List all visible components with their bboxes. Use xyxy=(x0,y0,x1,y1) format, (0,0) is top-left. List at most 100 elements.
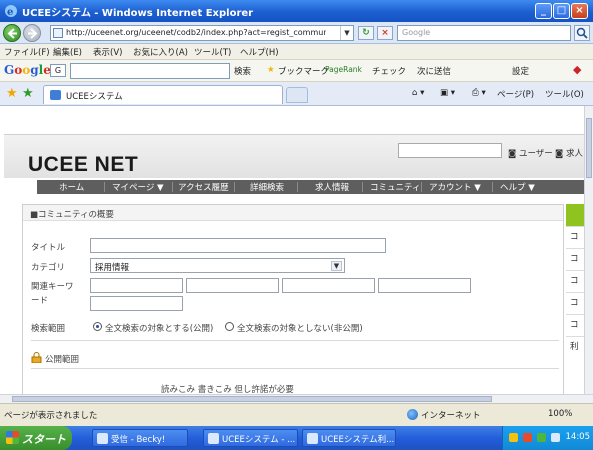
google-search-input[interactable] xyxy=(70,63,230,79)
tools-menu-button[interactable]: ツール(O) xyxy=(545,88,584,100)
category-select[interactable]: 採用情報 ▼ xyxy=(90,258,345,273)
tray-icon[interactable] xyxy=(537,433,546,442)
google-settings-button[interactable]: 設定 xyxy=(512,65,529,77)
send-to-button[interactable]: 次に送信 xyxy=(417,65,451,77)
nav-mypage[interactable]: マイページ ▼ xyxy=(112,181,164,193)
menu-help[interactable]: ヘルプ(H) xyxy=(240,46,279,58)
status-message: ページが表示されました xyxy=(4,411,98,421)
bookmark-button[interactable]: ブックマーク xyxy=(278,65,329,77)
keyword-input-5[interactable] xyxy=(90,296,183,311)
favorites-star-icon[interactable]: ★ xyxy=(6,86,18,101)
search-placeholder: Google xyxy=(402,28,431,37)
menu-bar: ファイル(F) 編集(E) 表示(V) お気に入り(A) ツール(T) ヘルプ(… xyxy=(0,44,593,60)
forward-arrow-icon xyxy=(28,28,38,39)
menu-view[interactable]: 表示(V) xyxy=(93,46,122,58)
toolbar-extension-icon[interactable]: ◆ xyxy=(573,63,581,76)
keyword-input-2[interactable] xyxy=(186,278,279,293)
status-bar: ページが表示されました インターネット 100% xyxy=(0,403,593,426)
url-dropdown-button[interactable]: ▼ xyxy=(340,26,353,40)
start-label: スタート xyxy=(22,433,66,446)
svg-text:e: e xyxy=(7,7,13,18)
scroll-thumb[interactable] xyxy=(12,396,492,402)
taskbar-item-ie[interactable]: UCEEシステム - ... xyxy=(203,429,298,447)
zoom-level[interactable]: 100% xyxy=(548,409,572,419)
title-input[interactable] xyxy=(90,238,386,253)
mail-icon xyxy=(97,433,108,444)
stop-button[interactable]: × xyxy=(377,26,393,40)
job-link[interactable]: ◙ 求人 xyxy=(555,147,583,159)
tray-icon[interactable] xyxy=(551,433,560,442)
google-search-button[interactable]: 検索 xyxy=(234,65,251,77)
nav-separator xyxy=(297,182,298,192)
scope-public-label[interactable]: 全文検索の対象とする(公開) xyxy=(105,322,213,334)
google-menu-button[interactable]: G xyxy=(50,64,66,77)
scope-private-radio[interactable] xyxy=(225,322,234,331)
vertical-scrollbar[interactable] xyxy=(584,106,593,394)
nav-access-history[interactable]: アクセス履歴 xyxy=(178,181,229,193)
search-button[interactable] xyxy=(574,25,590,41)
new-tab-button[interactable] xyxy=(286,87,308,103)
sidebar-item[interactable]: コ xyxy=(566,314,584,336)
divider xyxy=(31,340,559,341)
community-overview-panel: ■コミュニティの概要 タイトル カテゴリ 採用情報 ▼ 関連キーワ ード 検索範… xyxy=(22,204,564,396)
menu-file[interactable]: ファイル(F) xyxy=(4,46,50,58)
back-button[interactable] xyxy=(3,24,21,42)
spellcheck-button[interactable]: チェック xyxy=(372,65,406,77)
keyword-input-3[interactable] xyxy=(282,278,375,293)
home-icon[interactable]: ⌂ ▾ xyxy=(412,88,424,98)
scope-public-radio[interactable] xyxy=(93,322,102,331)
nav-community[interactable]: コミュニティ xyxy=(370,181,421,193)
browser-search-input[interactable]: Google xyxy=(397,25,571,41)
pagerank-button[interactable]: PageRank xyxy=(325,65,362,74)
forward-button[interactable] xyxy=(23,24,41,42)
tray-icon[interactable] xyxy=(509,433,518,442)
globe-icon xyxy=(407,409,418,420)
taskbar-item-document[interactable]: UCEEシステム利... xyxy=(302,429,396,447)
refresh-button[interactable]: ↻ xyxy=(358,26,374,40)
taskbar-item-becky[interactable]: 受信 - Becky! xyxy=(92,429,188,447)
close-window-button[interactable]: × xyxy=(571,3,588,19)
add-favorites-icon[interactable]: ★ xyxy=(22,86,34,101)
magnifier-icon xyxy=(576,27,588,39)
minimize-button[interactable]: _ xyxy=(535,3,552,19)
site-logo[interactable]: UCEE NET xyxy=(28,153,138,177)
nav-help[interactable]: ヘルプ ▼ xyxy=(500,181,535,193)
start-button[interactable]: スタート xyxy=(0,426,72,450)
tray-icon[interactable] xyxy=(523,433,532,442)
tab-page-icon xyxy=(50,90,61,100)
print-icon[interactable]: ⎙ ▾ xyxy=(472,88,486,98)
category-label: カテゴリ xyxy=(31,263,66,273)
window-title-bar: e UCEEシステム - Windows Internet Explorer _… xyxy=(0,0,593,22)
feeds-icon[interactable]: ▣ ▾ xyxy=(440,88,455,98)
menu-tools[interactable]: ツール(T) xyxy=(194,46,231,58)
nav-account[interactable]: アカウント ▼ xyxy=(429,181,481,193)
google-logo: Google xyxy=(4,63,51,77)
nav-advanced-search[interactable]: 詳細検索 xyxy=(250,181,284,193)
maximize-button[interactable]: □ xyxy=(553,3,570,19)
sidebar-item[interactable]: コ xyxy=(566,226,584,248)
security-zone: インターネット xyxy=(421,411,481,421)
scroll-thumb[interactable] xyxy=(586,118,592,178)
nav-separator xyxy=(104,182,105,192)
sidebar-item[interactable]: コ xyxy=(566,270,584,292)
tab-uceesystem[interactable]: UCEEシステム xyxy=(43,85,283,104)
star-icon[interactable]: ★ xyxy=(267,65,275,75)
nav-home[interactable]: ホーム xyxy=(59,181,84,193)
keywords-label-line1: 関連キーワ xyxy=(31,282,74,292)
scope-private-label[interactable]: 全文検索の対象としない(非公開) xyxy=(237,322,363,334)
ie-logo-icon: e xyxy=(4,4,18,18)
horizontal-scrollbar[interactable] xyxy=(0,394,593,403)
user-link[interactable]: ◙ ユーザー xyxy=(508,147,553,159)
site-search-input[interactable] xyxy=(398,143,502,158)
menu-edit[interactable]: 編集(E) xyxy=(53,46,82,58)
sidebar-item[interactable]: コ xyxy=(566,292,584,314)
keyword-input-4[interactable] xyxy=(378,278,471,293)
sidebar-item[interactable]: 利 xyxy=(566,336,584,358)
page-menu-button[interactable]: ページ(P) xyxy=(497,88,534,100)
sidebar-item[interactable]: コ xyxy=(566,248,584,270)
keyword-input-1[interactable] xyxy=(90,278,183,293)
menu-favorites[interactable]: お気に入り(A) xyxy=(133,46,188,58)
nav-separator xyxy=(234,182,235,192)
nav-job-info[interactable]: 求人情報 xyxy=(315,181,349,193)
address-input[interactable]: http://uceenet.org/uceenet/codb2/index.p… xyxy=(50,25,354,41)
